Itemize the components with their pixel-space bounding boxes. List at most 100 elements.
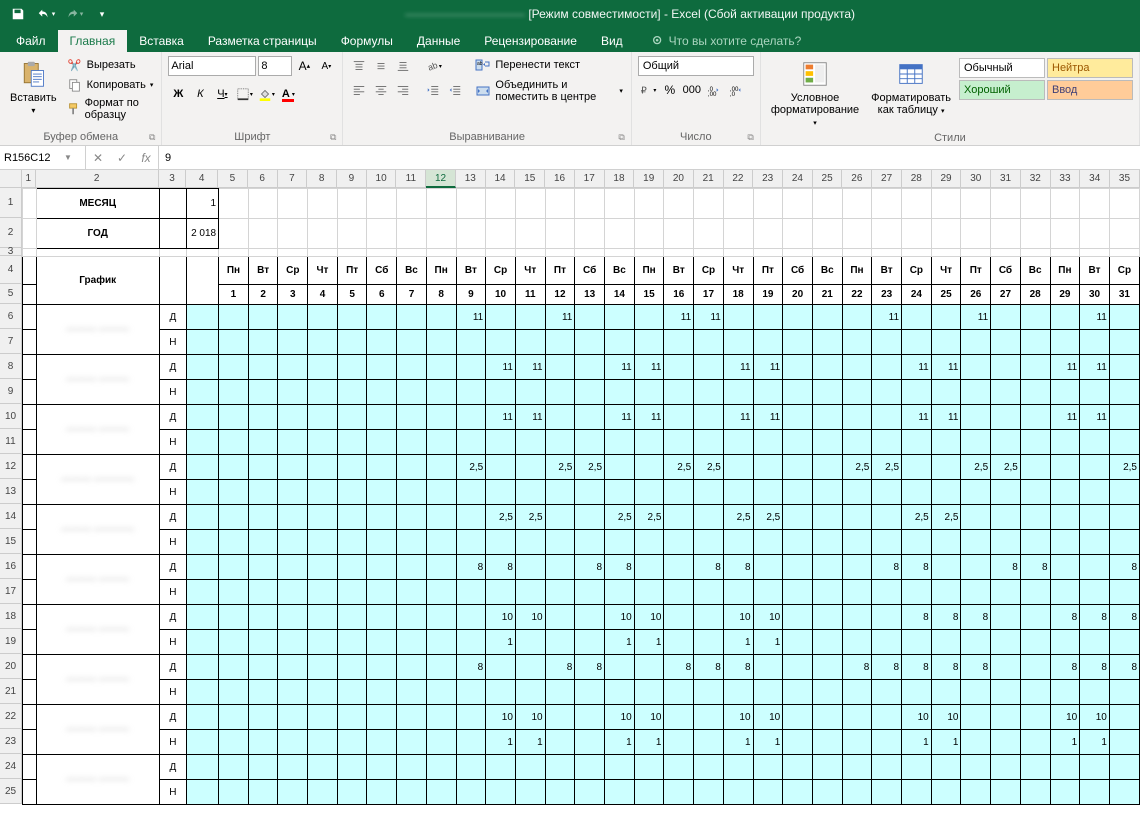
cell[interactable] — [426, 605, 456, 630]
cell[interactable] — [575, 605, 605, 630]
cell[interactable] — [1109, 630, 1139, 655]
cell[interactable] — [961, 380, 991, 405]
cell[interactable] — [753, 219, 783, 249]
cell[interactable] — [367, 580, 397, 605]
cell[interactable]: 18 — [723, 285, 753, 305]
col-header[interactable]: 19 — [634, 170, 664, 188]
cell[interactable] — [515, 430, 545, 455]
cell[interactable] — [1080, 505, 1110, 530]
cell[interactable] — [1020, 405, 1050, 430]
cell[interactable]: 8 — [872, 555, 902, 580]
col-header[interactable]: 31 — [991, 170, 1021, 188]
cell[interactable]: 11 — [1080, 305, 1110, 330]
cell[interactable]: 8 — [456, 655, 486, 680]
cell[interactable] — [308, 380, 338, 405]
cell[interactable]: 11 — [605, 355, 635, 380]
cell[interactable] — [842, 505, 872, 530]
cell[interactable] — [308, 580, 338, 605]
format-painter-button[interactable]: Формат по образцу — [65, 96, 156, 122]
cell[interactable]: Пн — [634, 257, 664, 285]
alignment-launcher[interactable]: ⧉ — [618, 132, 624, 143]
cell[interactable] — [575, 630, 605, 655]
cell[interactable] — [426, 630, 456, 655]
cell[interactable] — [248, 530, 278, 555]
cell[interactable] — [456, 530, 486, 555]
cell[interactable] — [219, 705, 249, 730]
cell[interactable] — [634, 780, 664, 805]
cell[interactable]: 8 — [1109, 655, 1139, 680]
cell[interactable]: Д — [159, 505, 187, 530]
cell[interactable] — [991, 705, 1021, 730]
cell[interactable] — [367, 555, 397, 580]
cell[interactable] — [872, 189, 902, 219]
cell[interactable] — [931, 455, 961, 480]
underline-button[interactable]: Ч▾ — [212, 84, 232, 104]
cell[interactable] — [753, 555, 783, 580]
col-header[interactable]: 6 — [248, 170, 278, 188]
cell[interactable] — [842, 630, 872, 655]
cell[interactable] — [367, 355, 397, 380]
cell[interactable] — [931, 755, 961, 780]
cell[interactable] — [1080, 530, 1110, 555]
col-header[interactable]: 11 — [396, 170, 426, 188]
cell[interactable] — [397, 780, 427, 805]
cell[interactable] — [664, 249, 694, 257]
cell[interactable] — [308, 355, 338, 380]
col-header[interactable]: 7 — [278, 170, 308, 188]
cell[interactable] — [961, 555, 991, 580]
cell[interactable] — [575, 505, 605, 530]
cell[interactable] — [545, 219, 575, 249]
cell[interactable] — [426, 580, 456, 605]
cell[interactable]: Вс — [812, 257, 842, 285]
cell[interactable] — [337, 505, 367, 530]
cell[interactable] — [605, 755, 635, 780]
col-header[interactable]: 17 — [575, 170, 605, 188]
cell[interactable] — [219, 380, 249, 405]
cell[interactable] — [248, 605, 278, 630]
cell[interactable] — [397, 455, 427, 480]
cell[interactable] — [575, 530, 605, 555]
col-header[interactable]: 12 — [426, 170, 456, 188]
cell[interactable]: 25 — [931, 285, 961, 305]
cell[interactable] — [456, 380, 486, 405]
cell[interactable]: 2,5 — [931, 505, 961, 530]
cell[interactable] — [248, 630, 278, 655]
cell[interactable] — [187, 455, 219, 480]
cell[interactable] — [545, 580, 575, 605]
cell[interactable]: 1 — [753, 630, 783, 655]
cell[interactable]: ——— ——— — [36, 355, 159, 405]
cell[interactable] — [219, 430, 249, 455]
col-header[interactable]: 22 — [724, 170, 754, 188]
cell[interactable] — [456, 249, 486, 257]
cell[interactable] — [842, 330, 872, 355]
cell[interactable]: 11 — [545, 305, 575, 330]
cell[interactable] — [23, 405, 37, 430]
cell[interactable]: 2,5 — [694, 455, 724, 480]
cell[interactable] — [367, 405, 397, 430]
cell[interactable] — [248, 189, 278, 219]
cell[interactable] — [248, 305, 278, 330]
cell[interactable] — [991, 330, 1021, 355]
cell[interactable] — [634, 430, 664, 455]
tab-insert[interactable]: Вставка — [127, 30, 196, 52]
row-header[interactable]: 15 — [0, 529, 22, 554]
cell[interactable]: 11 — [723, 355, 753, 380]
row-header[interactable]: 21 — [0, 679, 22, 704]
cell[interactable] — [367, 705, 397, 730]
cell[interactable] — [694, 219, 724, 249]
cell[interactable] — [486, 430, 516, 455]
wrap-text-button[interactable]: abПеренести текст — [473, 56, 624, 74]
cell[interactable] — [694, 630, 724, 655]
col-header[interactable]: 1 — [22, 170, 36, 188]
cell[interactable] — [187, 580, 219, 605]
cell[interactable]: ——— ——— — [36, 655, 159, 705]
cell[interactable] — [159, 189, 187, 219]
cell[interactable] — [1050, 755, 1080, 780]
cell[interactable]: Сб — [991, 257, 1021, 285]
cell[interactable] — [248, 730, 278, 755]
cell[interactable]: 8 — [723, 555, 753, 580]
cell[interactable] — [605, 780, 635, 805]
cell[interactable] — [308, 555, 338, 580]
cell[interactable] — [991, 219, 1021, 249]
cell[interactable] — [426, 455, 456, 480]
